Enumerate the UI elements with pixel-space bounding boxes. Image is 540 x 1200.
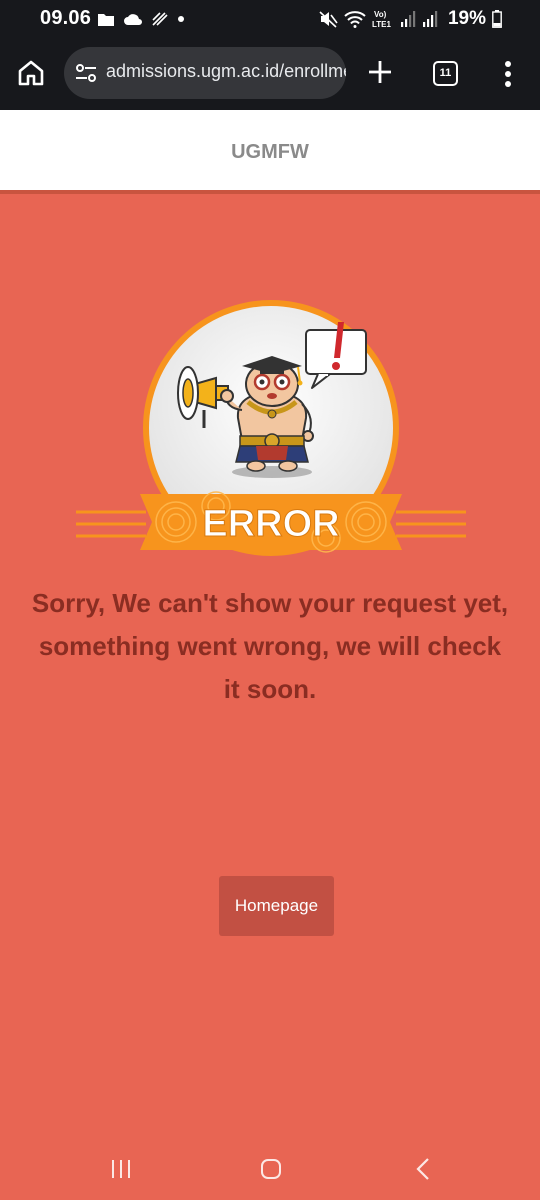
status-time: 09.06 [40, 7, 92, 29]
home-icon[interactable] [16, 58, 46, 88]
error-message: Sorry, We can't show your request yet, s… [31, 588, 509, 704]
browser-toolbar: admissions.ugm.ac.id/enrollment 11 [0, 38, 540, 110]
address-bar[interactable]: admissions.ugm.ac.id/enrollment [64, 47, 346, 99]
url-text: admissions.ugm.ac.id/enrollment [106, 61, 346, 81]
recent-apps-icon[interactable] [110, 1157, 132, 1181]
new-tab-icon[interactable] [366, 58, 394, 86]
site-title: UGMFW [231, 141, 309, 163]
error-banner: ERROR [140, 491, 402, 553]
error-badge-text: ERROR [202, 503, 339, 545]
battery-icon [492, 10, 502, 28]
volte-icon: Vo)LTE1 [372, 10, 392, 29]
site-header: UGMFW [0, 110, 540, 194]
home-nav-icon[interactable] [259, 1157, 283, 1181]
svg-text:Vo): Vo) [374, 10, 387, 19]
error-illustration: ERROR [76, 300, 466, 556]
tab-switcher-button[interactable]: 11 [433, 61, 458, 86]
signal-strength-icon [422, 11, 438, 27]
cloud-icon [124, 14, 142, 25]
site-settings-icon[interactable] [74, 61, 98, 85]
back-nav-icon[interactable] [414, 1157, 432, 1181]
data-saver-icon [152, 12, 168, 26]
homepage-button[interactable]: Homepage [219, 876, 334, 936]
more-options-icon[interactable] [502, 60, 514, 88]
battery-percent: 19% [447, 8, 486, 29]
signal-strength-icon [400, 11, 416, 27]
folder-icon [98, 13, 114, 26]
mute-icon [319, 11, 338, 28]
notification-dot-icon [178, 16, 184, 22]
status-bar: 09.06 Vo) LTE1 19% [0, 0, 540, 38]
system-nav-bar [0, 1140, 540, 1200]
wifi-icon [344, 11, 366, 28]
svg-text:LTE1: LTE1 [372, 20, 392, 29]
